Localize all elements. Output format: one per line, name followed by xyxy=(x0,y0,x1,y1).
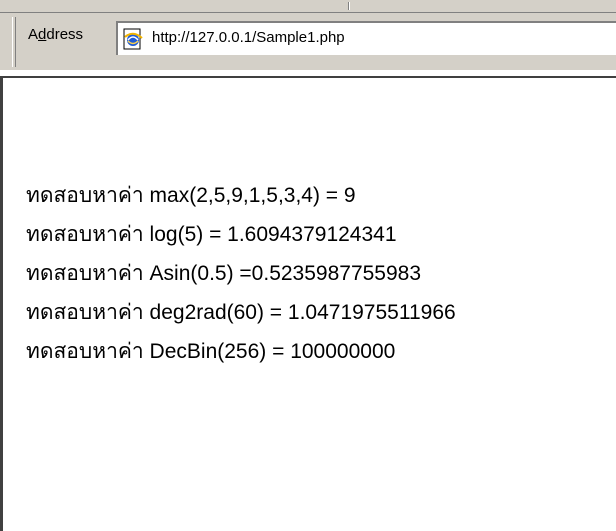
toolbar-grip[interactable] xyxy=(12,17,16,67)
address-label-rest: dress xyxy=(46,26,84,43)
address-label-mnemonic: A xyxy=(28,26,39,43)
result-line-asin: ทดสอบหาค่า Asin(0.5) =0.5235987755983 xyxy=(26,262,422,285)
address-label: Address xyxy=(28,26,83,43)
result-line-max: ทดสอบหาค่า max(2,5,9,1,5,3,4) = 9 xyxy=(26,184,356,207)
address-bar: Address http://127.0.0.1/Sample1.php xyxy=(0,13,616,70)
page-content: ทดสอบหาค่า max(2,5,9,1,5,3,4) = 9 ทดสอบห… xyxy=(0,76,616,531)
result-line-deg2rad: ทดสอบหาค่า deg2rad(60) = 1.0471975511966 xyxy=(26,301,456,324)
result-line-log: ทดสอบหาค่า log(5) = 1.6094379124341 xyxy=(26,223,397,246)
address-field[interactable]: http://127.0.0.1/Sample1.php xyxy=(116,21,616,55)
result-line-decbin: ทดสอบหาค่า DecBin(256) = 100000000 xyxy=(26,340,396,363)
toolbar-strip xyxy=(0,0,616,13)
ie-page-icon xyxy=(123,28,143,50)
result-list: ทดสอบหาค่า max(2,5,9,1,5,3,4) = 9 ทดสอบห… xyxy=(26,182,456,377)
address-url[interactable]: http://127.0.0.1/Sample1.php xyxy=(152,29,345,46)
toolbar-separator xyxy=(348,2,349,10)
